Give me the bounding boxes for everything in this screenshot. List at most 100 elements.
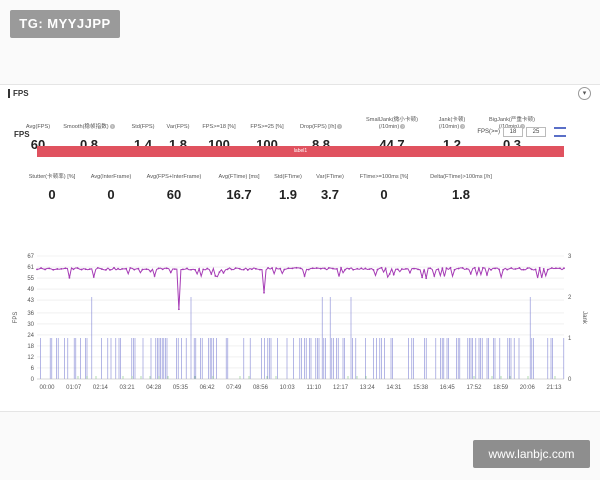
fps-point bbox=[400, 268, 403, 270]
fps-point bbox=[198, 267, 201, 270]
threshold-input-2[interactable]: 25 bbox=[526, 127, 546, 137]
fps-point bbox=[263, 291, 265, 294]
fps-point bbox=[559, 267, 561, 270]
fps-point bbox=[214, 275, 217, 277]
y2-tick-label: 2 bbox=[568, 295, 572, 301]
fps-point bbox=[165, 267, 168, 270]
fps-point bbox=[461, 267, 464, 269]
fps-point bbox=[465, 267, 468, 270]
fps-point bbox=[514, 268, 517, 270]
x-tick-label: 08:56 bbox=[253, 385, 269, 391]
fps-point bbox=[477, 267, 480, 269]
fps-point bbox=[417, 268, 419, 271]
collapse-chevron-icon[interactable]: ▾ bbox=[578, 87, 591, 100]
fps-point bbox=[218, 271, 221, 273]
watermark-bottom: www.lanbjc.com bbox=[473, 440, 590, 468]
y-tick-label: 18 bbox=[27, 344, 34, 350]
fps-point bbox=[105, 269, 107, 271]
x-tick-label: 21:13 bbox=[546, 385, 562, 391]
y-tick-label: 61 bbox=[27, 265, 34, 271]
y-tick-label: 67 bbox=[27, 254, 34, 260]
fps-point bbox=[109, 269, 111, 271]
x-tick-label: 07:49 bbox=[226, 385, 242, 391]
fps-point bbox=[437, 268, 440, 271]
x-tick-label: 03:21 bbox=[120, 385, 136, 391]
fps-point bbox=[36, 268, 38, 271]
x-tick-label: 10:03 bbox=[280, 385, 296, 391]
fps-point bbox=[372, 268, 375, 271]
fps-point bbox=[137, 267, 140, 270]
fps-point bbox=[299, 267, 302, 270]
fps-point bbox=[100, 268, 103, 270]
fps-point bbox=[153, 275, 156, 277]
y2-tick-label: 3 bbox=[568, 254, 572, 260]
fps-point bbox=[405, 268, 407, 270]
fps-point bbox=[255, 267, 257, 270]
fps-point bbox=[295, 266, 298, 269]
fps-point bbox=[498, 268, 501, 271]
threshold-label: FPS(>=) bbox=[477, 129, 500, 135]
fps-point bbox=[76, 267, 79, 269]
fps-point bbox=[177, 308, 180, 311]
fps-point bbox=[550, 267, 553, 269]
chart-view-toggle-icon[interactable] bbox=[554, 127, 566, 137]
fps-point bbox=[522, 268, 525, 271]
fps-point bbox=[230, 268, 233, 271]
fps-point bbox=[319, 267, 322, 270]
fps-point bbox=[226, 268, 229, 271]
fps-point bbox=[72, 268, 75, 271]
x-tick-label: 02:14 bbox=[93, 385, 109, 391]
fps-point bbox=[534, 268, 537, 271]
fps-point bbox=[494, 267, 496, 270]
threshold-input-1[interactable]: 18 bbox=[503, 127, 523, 137]
x-tick-label: 20:06 bbox=[520, 385, 536, 391]
fps-point bbox=[283, 268, 286, 271]
fps-series-line bbox=[36, 266, 565, 310]
fps-point bbox=[441, 267, 444, 270]
fps-chart: 06121824303643495561670123FPS Jank00:00 01… bbox=[13, 254, 587, 391]
help-icon[interactable]: ? bbox=[337, 124, 343, 130]
fps-point bbox=[279, 267, 282, 270]
fps-point bbox=[173, 268, 176, 271]
help-icon[interactable]: ? bbox=[400, 124, 406, 130]
fps-point bbox=[40, 267, 42, 269]
y-tick-label: 6 bbox=[31, 366, 35, 372]
fps-point bbox=[52, 268, 55, 271]
y2-tick-label: 1 bbox=[568, 336, 572, 342]
fps-point bbox=[121, 268, 124, 270]
fps-point bbox=[68, 276, 71, 279]
fps-point bbox=[275, 267, 278, 270]
fps-point bbox=[368, 268, 371, 271]
y-tick-label: 30 bbox=[27, 322, 34, 328]
fps-point bbox=[182, 268, 184, 271]
fps-point bbox=[60, 267, 63, 270]
fps-point bbox=[186, 267, 188, 270]
y2-tick-label: 0 bbox=[568, 377, 572, 383]
fps-point bbox=[482, 266, 484, 269]
fps-point bbox=[453, 268, 456, 271]
fps-point bbox=[303, 275, 306, 277]
fps-point bbox=[117, 267, 119, 270]
label-bar[interactable]: label1 bbox=[37, 146, 564, 157]
fps-point bbox=[169, 271, 172, 274]
fps-point bbox=[311, 267, 314, 270]
fps-threshold-controls: FPS(>=) 18 25 bbox=[477, 127, 566, 137]
fps-point bbox=[234, 267, 237, 269]
fps-point bbox=[336, 267, 338, 270]
help-icon[interactable]: ? bbox=[460, 124, 466, 130]
fps-point bbox=[80, 268, 83, 271]
fps-point bbox=[530, 268, 533, 271]
fps-point bbox=[384, 267, 387, 270]
fps-point bbox=[141, 268, 144, 271]
fps-point bbox=[364, 267, 367, 270]
fps-point bbox=[157, 267, 160, 270]
y-tick-label: 49 bbox=[27, 287, 34, 293]
x-tick-label: 18:59 bbox=[493, 385, 509, 391]
fps-point bbox=[92, 276, 95, 278]
fps-point bbox=[433, 275, 436, 277]
fps-point bbox=[421, 276, 424, 279]
fps-point bbox=[222, 272, 225, 274]
fps-point bbox=[267, 266, 269, 269]
fps-point bbox=[242, 268, 245, 271]
y-tick-label: 24 bbox=[27, 333, 34, 339]
